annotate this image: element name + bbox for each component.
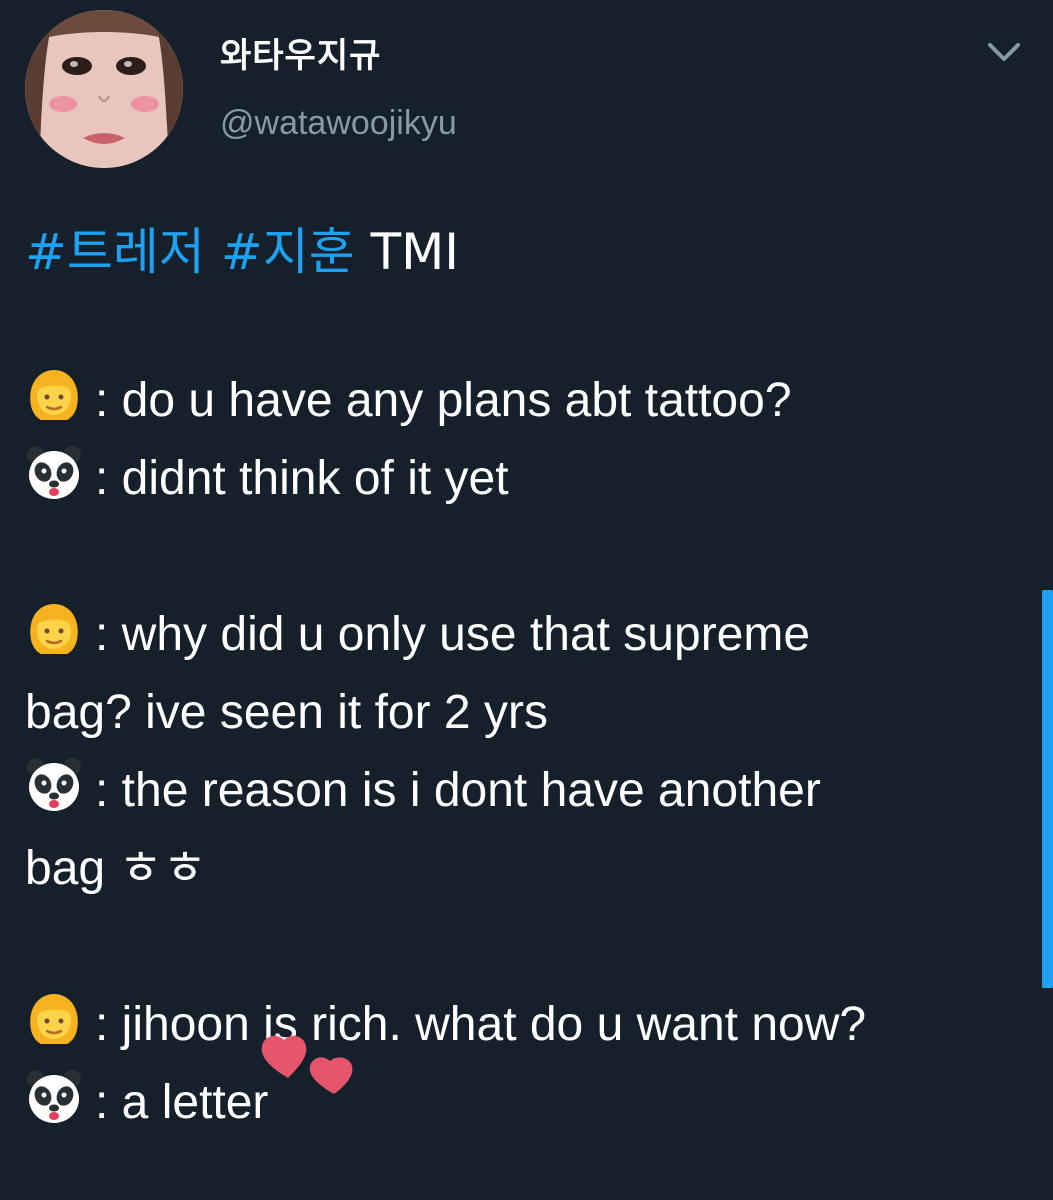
tweet-line-1: : do u have any plans abt tattoo?	[25, 362, 792, 440]
line-text: : a letter	[95, 1076, 269, 1129]
line-text: bag ㅎㅎ	[25, 842, 207, 895]
hashtag-jihoon[interactable]: #지훈	[221, 223, 355, 281]
line-text: : do u have any plans abt tattoo?	[95, 374, 792, 427]
line-text: : didnt think of it yet	[95, 452, 509, 505]
scrollbar-thumb[interactable]	[1042, 590, 1053, 988]
panda-emoji-icon	[25, 756, 83, 814]
tweet: 와타우지규 @watawoojikyu #트레저 #지훈 TMI : do u …	[0, 0, 1053, 1200]
panda-emoji-icon	[25, 1068, 83, 1126]
display-name[interactable]: 와타우지규	[220, 28, 381, 77]
tweet-line-4: bag? ive seen it for 2 yrs	[25, 674, 548, 752]
chevron-down-icon[interactable]	[985, 36, 1023, 70]
avatar[interactable]	[25, 10, 183, 168]
line-text: : why did u only use that supreme	[95, 608, 811, 661]
panda-emoji-icon	[25, 444, 83, 502]
hashtag-treasure[interactable]: #트레저	[25, 223, 205, 281]
tweet-line-6: bag ㅎㅎ	[25, 830, 207, 908]
girl-emoji-icon	[25, 990, 83, 1048]
girl-emoji-icon	[25, 366, 83, 424]
line-text: : jihoon is rich. what do u want now?	[95, 998, 867, 1051]
profile-photo-icon	[25, 10, 183, 168]
user-handle[interactable]: @watawoojikyu	[220, 104, 457, 143]
tweet-line-7: : jihoon is rich. what do u want now?	[25, 986, 866, 1064]
tweet-line-5: : the reason is i dont have another	[25, 752, 821, 830]
tweet-line-3: : why did u only use that supreme	[25, 596, 810, 674]
tweet-line-2: : didnt think of it yet	[25, 440, 509, 518]
line-text: bag? ive seen it for 2 yrs	[25, 686, 548, 739]
line-text: : the reason is i dont have another	[95, 764, 821, 817]
two-hearts-icon	[258, 1030, 362, 1098]
hashtag-line: #트레저 #지훈 TMI	[25, 212, 459, 284]
tmi-label: TMI	[370, 223, 460, 281]
girl-emoji-icon	[25, 600, 83, 658]
tweet-line-8: : a letter	[25, 1064, 268, 1142]
